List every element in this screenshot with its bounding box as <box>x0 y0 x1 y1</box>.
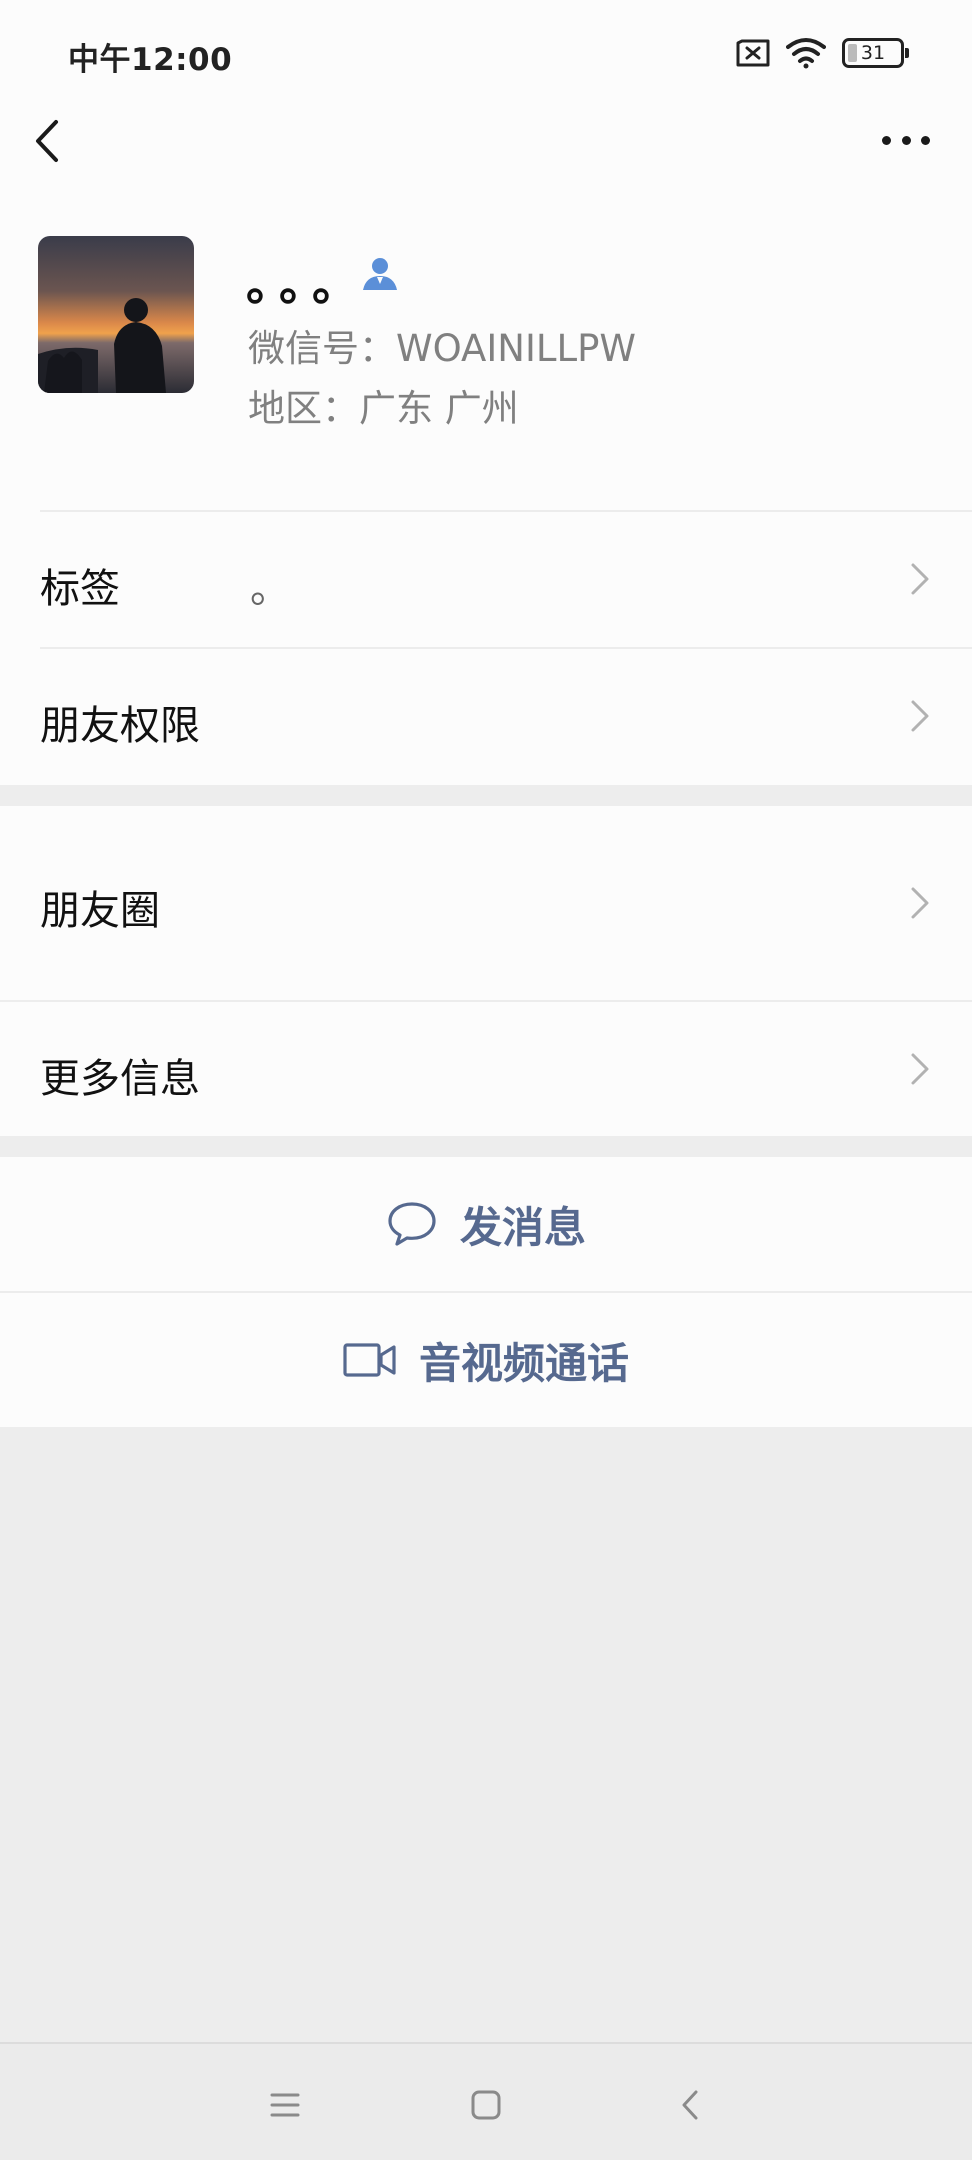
back-arrow-icon[interactable] <box>30 118 66 164</box>
battery-level: 31 <box>860 42 886 64</box>
wifi-icon <box>786 38 826 69</box>
menu-icon[interactable] <box>268 2088 302 2122</box>
send-message-button[interactable]: 发消息 <box>0 1157 972 1291</box>
sim-blocked-icon <box>736 39 770 67</box>
row-label: 标签 <box>40 566 120 612</box>
video-camera-icon <box>343 1343 396 1377</box>
chevron-right-icon <box>911 700 929 732</box>
more-dot <box>882 135 891 145</box>
back-icon[interactable] <box>674 2088 708 2122</box>
video-call-label: 音视频通话 <box>418 1338 629 1388</box>
chevron-right-icon <box>911 1053 929 1085</box>
contact-profile-page: 中午12:00 31 。。。 微信号：WOAINILLPW 地区：广东 广州 标… <box>0 0 972 2160</box>
row-value: 。 <box>250 566 290 612</box>
status-bar: 中午12:00 31 <box>0 0 972 100</box>
wechat-id: 微信号：WOAINILLPW <box>248 327 636 370</box>
more-dot <box>901 135 911 145</box>
status-time: 中午12:00 <box>68 42 233 78</box>
battery-icon: 31 <box>842 38 909 68</box>
more-dots-icon[interactable] <box>882 130 930 150</box>
row-more-info[interactable]: 更多信息 <box>0 1002 972 1136</box>
send-message-label: 发消息 <box>459 1202 586 1252</box>
avatar[interactable] <box>38 236 194 393</box>
chevron-right-icon <box>911 563 929 595</box>
profile-header: 。。。 微信号：WOAINILLPW 地区：广东 广州 <box>0 236 972 436</box>
home-icon[interactable] <box>469 2088 503 2122</box>
row-friend-permissions[interactable]: 朋友权限 <box>0 649 972 785</box>
contact-person-icon <box>363 258 397 290</box>
nickname: 。。。 <box>246 257 368 311</box>
row-tags[interactable]: 标签 。 <box>0 512 972 648</box>
row-label: 朋友圈 <box>40 888 160 934</box>
chat-bubble-icon <box>388 1202 436 1246</box>
region: 地区：广东 广州 <box>248 387 519 430</box>
more-dot <box>921 135 930 145</box>
row-label: 更多信息 <box>40 1056 200 1102</box>
row-label: 朋友权限 <box>40 703 200 749</box>
row-moments[interactable]: 朋友圈 <box>0 806 972 1000</box>
system-nav-bar <box>0 2042 972 2160</box>
video-call-button[interactable]: 音视频通话 <box>0 1293 972 1427</box>
nav-bar <box>0 100 972 180</box>
chevron-right-icon <box>911 887 929 919</box>
status-icons: 31 <box>736 34 909 72</box>
